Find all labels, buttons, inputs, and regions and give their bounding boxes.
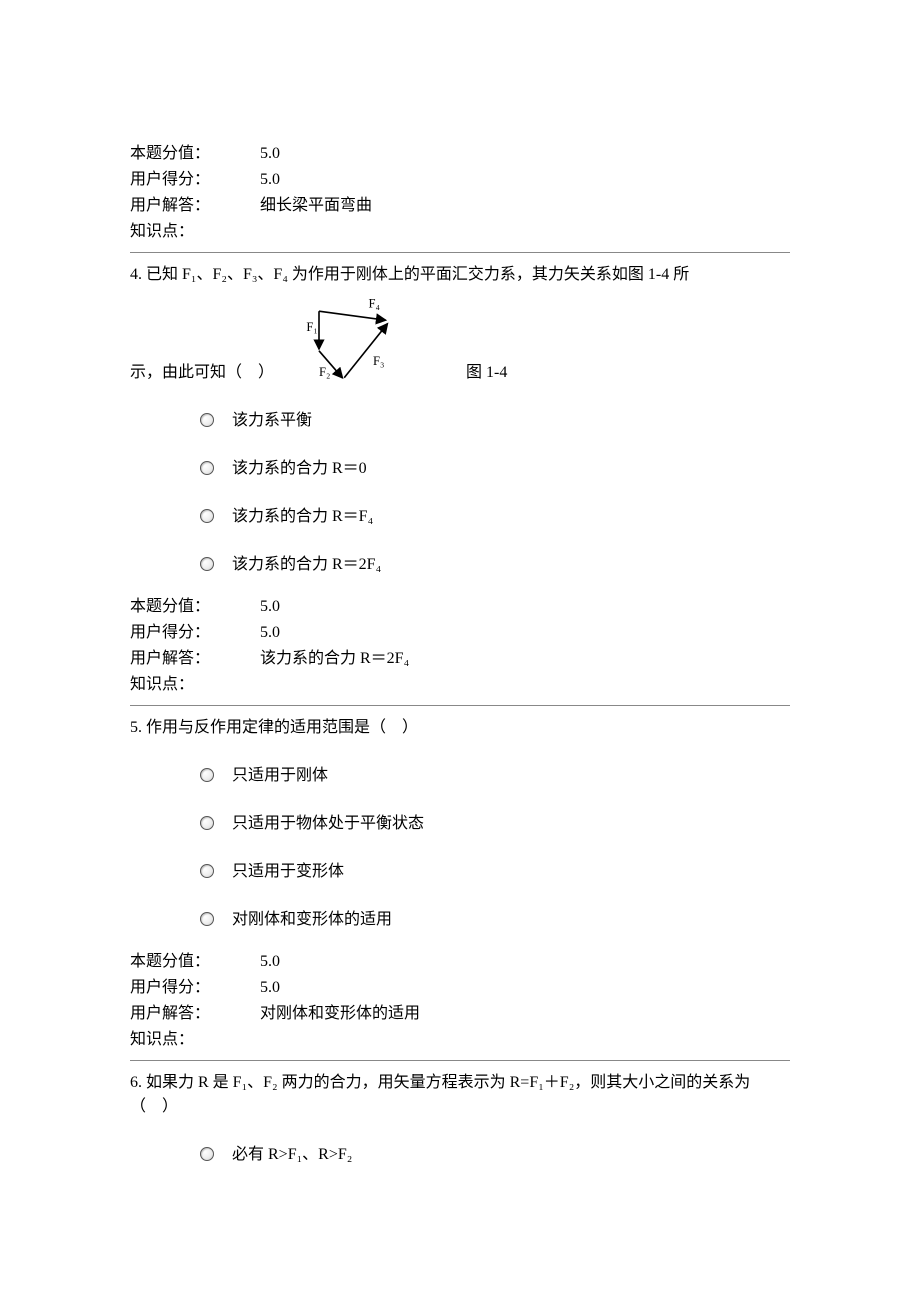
divider [130,252,790,253]
q6-options: 必有 R>F₁、R>F₂ [130,1137,790,1167]
score-label: 本题分值： [130,950,260,974]
meta-row-knowledge: 知识点： [130,1028,790,1052]
q4-stem-line2: 示，由此可知（ ） [130,361,274,385]
user-score-label: 用户得分： [130,168,260,192]
meta-row-knowledge: 知识点： [130,673,790,697]
q5-option-a[interactable]: 只适用于刚体 [200,758,790,788]
radio-icon [200,768,214,782]
q5-stem: 5. 作用与反作用定律的适用范围是（ ） [130,716,790,740]
option-text: 该力系的合力 R＝2F₄ [232,547,381,577]
radio-icon [200,557,214,571]
user-answer-label: 用户解答： [130,194,260,218]
radio-icon [200,461,214,475]
radio-icon [200,864,214,878]
knowledge-value [260,673,790,697]
q4-option-a[interactable]: 该力系平衡 [200,403,790,433]
q4-stem-line2-row: 示，由此可知（ ） F₁ F₂ F₃ F₄ 图 1-4 [130,295,790,385]
q5-option-b[interactable]: 只适用于物体处于平衡状态 [200,806,790,836]
score-label: 本题分值： [130,142,260,166]
knowledge-label: 知识点： [130,220,260,244]
meta-row-score: 本题分值： 5.0 [130,595,790,619]
page: 本题分值： 5.0 用户得分： 5.0 用户解答： 细长梁平面弯曲 知识点： 4… [0,0,920,1225]
meta-row-user-score: 用户得分： 5.0 [130,621,790,645]
score-value: 5.0 [260,950,790,974]
user-answer-value: 该力系的合力 R＝2F₄ [260,647,790,671]
meta-row-user-answer: 用户解答： 细长梁平面弯曲 [130,194,790,218]
knowledge-value [260,1028,790,1052]
user-answer-label: 用户解答： [130,647,260,671]
q6-stem: 6. 如果力 R 是 F₁、F₂ 两力的合力，用矢量方程表示为 R=F₁＋F₂，… [130,1071,790,1119]
user-score-label: 用户得分： [130,976,260,1000]
meta-row-score: 本题分值： 5.0 [130,950,790,974]
meta-row-score: 本题分值： 5.0 [130,142,790,166]
q4-figure-caption: 图 1-4 [466,361,507,385]
radio-icon [200,509,214,523]
label-f3: F₃ [373,354,384,368]
knowledge-value [260,220,790,244]
meta-row-user-answer: 用户解答： 对刚体和变形体的适用 [130,1002,790,1026]
q6-option-a[interactable]: 必有 R>F₁、R>F₂ [200,1137,790,1167]
option-text: 对刚体和变形体的适用 [232,902,392,932]
q5-options: 只适用于刚体 只适用于物体处于平衡状态 只适用于变形体 对刚体和变形体的适用 [130,758,790,932]
radio-icon [200,816,214,830]
option-text: 只适用于物体处于平衡状态 [232,806,424,836]
meta-row-user-score: 用户得分： 5.0 [130,976,790,1000]
user-answer-value: 对刚体和变形体的适用 [260,1002,790,1026]
q3-meta-block: 本题分值： 5.0 用户得分： 5.0 用户解答： 细长梁平面弯曲 知识点： [130,142,790,244]
radio-icon [200,1147,214,1161]
score-value: 5.0 [260,595,790,619]
radio-icon [200,413,214,427]
option-text: 该力系的合力 R＝F₄ [232,499,373,529]
q4-option-b[interactable]: 该力系的合力 R＝0 [200,451,790,481]
user-score-value: 5.0 [260,621,790,645]
knowledge-label: 知识点： [130,673,260,697]
user-answer-label: 用户解答： [130,1002,260,1026]
meta-row-knowledge: 知识点： [130,220,790,244]
q4-options: 该力系平衡 该力系的合力 R＝0 该力系的合力 R＝F₄ 该力系的合力 R＝2F… [130,403,790,577]
option-text: 必有 R>F₁、R>F₂ [232,1137,352,1167]
option-text: 只适用于变形体 [232,854,344,884]
q4-option-c[interactable]: 该力系的合力 R＝F₄ [200,499,790,529]
divider [130,1060,790,1061]
meta-row-user-answer: 用户解答： 该力系的合力 R＝2F₄ [130,647,790,671]
q4-meta-block: 本题分值： 5.0 用户得分： 5.0 用户解答： 该力系的合力 R＝2F₄ 知… [130,595,790,697]
user-answer-value: 细长梁平面弯曲 [260,194,790,218]
force-polygon-diagram: F₁ F₂ F₃ F₄ [280,295,430,385]
q5-option-d[interactable]: 对刚体和变形体的适用 [200,902,790,932]
label-f2: F₂ [319,365,330,379]
q4-option-d[interactable]: 该力系的合力 R＝2F₄ [200,547,790,577]
user-score-value: 5.0 [260,168,790,192]
user-score-value: 5.0 [260,976,790,1000]
option-text: 该力系平衡 [232,403,312,433]
divider [130,705,790,706]
q5-option-c[interactable]: 只适用于变形体 [200,854,790,884]
option-text: 只适用于刚体 [232,758,328,788]
label-f4: F₄ [369,297,380,311]
score-label: 本题分值： [130,595,260,619]
label-f1: F₁ [306,320,317,334]
knowledge-label: 知识点： [130,1028,260,1052]
option-text: 该力系的合力 R＝0 [232,451,367,481]
q5-meta-block: 本题分值： 5.0 用户得分： 5.0 用户解答： 对刚体和变形体的适用 知识点… [130,950,790,1052]
radio-icon [200,912,214,926]
q4-stem-line1: 4. 已知 F₁、F₂、F₃、F₄ 为作用于刚体上的平面汇交力系，其力矢关系如图… [130,263,790,287]
meta-row-user-score: 用户得分： 5.0 [130,168,790,192]
user-score-label: 用户得分： [130,621,260,645]
score-value: 5.0 [260,142,790,166]
